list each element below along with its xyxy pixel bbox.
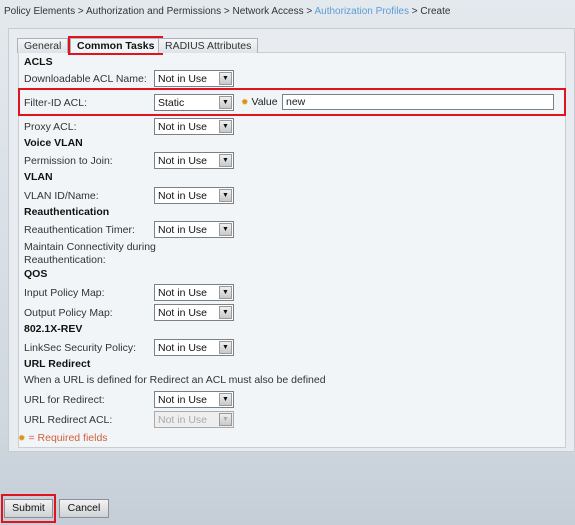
label-maintain-2: Reauthentication:: [24, 254, 106, 266]
select-reauth-timer[interactable]: Not in Use ▼: [154, 221, 234, 238]
tab-common-tasks[interactable]: Common Tasks: [67, 36, 164, 55]
select-dacl[interactable]: Not in Use ▼: [154, 70, 234, 87]
select-vlan-id[interactable]: Not in Use ▼: [154, 187, 234, 204]
chevron-down-icon: ▼: [219, 223, 232, 236]
label-reauth-timer: Reauthentication Timer:: [24, 224, 135, 236]
select-value: Not in Use: [158, 414, 208, 426]
section-url-redirect: URL Redirect: [24, 358, 91, 370]
required-icon: ✹: [241, 97, 249, 107]
select-value: Static: [158, 97, 185, 109]
select-value: Not in Use: [158, 155, 208, 167]
chevron-down-icon: ▼: [219, 72, 232, 85]
section-acls: ACLS: [24, 56, 53, 68]
chevron-down-icon: ▼: [219, 393, 232, 406]
label-url-redirect: URL for Redirect:: [24, 394, 105, 406]
crumb-policy-elements[interactable]: Policy Elements: [4, 6, 75, 17]
select-value: Not in Use: [158, 394, 208, 406]
url-redirect-note: When a URL is defined for Redirect an AC…: [24, 374, 326, 386]
select-value: Not in Use: [158, 307, 208, 319]
select-value: Not in Use: [158, 73, 208, 85]
required-note-text: = Required fields: [28, 432, 108, 444]
crumb-create: Create: [420, 6, 451, 17]
chevron-down-icon: ▼: [219, 413, 232, 426]
select-filter-id[interactable]: Static ▼: [154, 94, 234, 111]
crumb-authz-profiles[interactable]: Authorization Profiles: [314, 6, 409, 17]
filter-id-value-input[interactable]: new: [282, 94, 554, 110]
section-reauth: Reauthentication: [24, 206, 110, 218]
value-label-wrap: ✹ Value: [241, 96, 278, 108]
required-icon: ✹: [18, 433, 26, 443]
select-input-policy[interactable]: Not in Use ▼: [154, 284, 234, 301]
submit-button[interactable]: Submit: [4, 499, 53, 518]
tab-general[interactable]: General: [17, 38, 69, 53]
select-value: Not in Use: [158, 287, 208, 299]
chevron-down-icon: ▼: [219, 96, 232, 109]
crumb-sep: >: [303, 6, 315, 17]
label-proxy: Proxy ACL:: [24, 121, 77, 133]
section-qos: QOS: [24, 268, 48, 280]
select-value: Not in Use: [158, 190, 208, 202]
select-value: Not in Use: [158, 342, 208, 354]
cancel-button[interactable]: Cancel: [59, 499, 109, 518]
chevron-down-icon: ▼: [219, 286, 232, 299]
section-voice-vlan: Voice VLAN: [24, 137, 83, 149]
required-fields-note: ✹ = Required fields: [18, 432, 108, 444]
select-permission[interactable]: Not in Use ▼: [154, 152, 234, 169]
label-url-redirect-acl: URL Redirect ACL:: [24, 414, 113, 426]
select-value: Not in Use: [158, 224, 208, 236]
label-linksec: LinkSec Security Policy:: [24, 342, 137, 354]
label-permission: Permission to Join:: [24, 155, 113, 167]
chevron-down-icon: ▼: [219, 306, 232, 319]
select-proxy[interactable]: Not in Use ▼: [154, 118, 234, 135]
value-label: Value: [251, 96, 278, 108]
select-url-redirect-acl: Not in Use ▼: [154, 411, 234, 428]
section-vlan: VLAN: [24, 171, 53, 183]
chevron-down-icon: ▼: [219, 341, 232, 354]
crumb-sep: >: [75, 6, 86, 17]
section-8021x-rev: 802.1X-REV: [24, 323, 83, 335]
label-dacl: Downloadable ACL Name:: [24, 73, 147, 85]
select-value: Not in Use: [158, 121, 208, 133]
crumb-sep: >: [221, 6, 233, 17]
chevron-down-icon: ▼: [219, 189, 232, 202]
select-output-policy[interactable]: Not in Use ▼: [154, 304, 234, 321]
chevron-down-icon: ▼: [219, 154, 232, 167]
label-input-policy: Input Policy Map:: [24, 287, 105, 299]
label-filter-id: Filter-ID ACL:: [24, 97, 88, 109]
crumb-sep: >: [408, 6, 421, 17]
crumb-network-access[interactable]: Network Access: [232, 6, 303, 17]
label-maintain-1: Maintain Connectivity during: [24, 241, 156, 253]
chevron-down-icon: ▼: [219, 120, 232, 133]
select-url-redirect[interactable]: Not in Use ▼: [154, 391, 234, 408]
crumb-authz[interactable]: Authorization and Permissions: [86, 6, 221, 17]
label-vlan-id: VLAN ID/Name:: [24, 190, 99, 202]
breadcrumb: Policy Elements > Authorization and Perm…: [4, 6, 450, 17]
label-output-policy: Output Policy Map:: [24, 307, 113, 319]
select-linksec[interactable]: Not in Use ▼: [154, 339, 234, 356]
tab-radius-attributes[interactable]: RADIUS Attributes: [158, 38, 259, 53]
